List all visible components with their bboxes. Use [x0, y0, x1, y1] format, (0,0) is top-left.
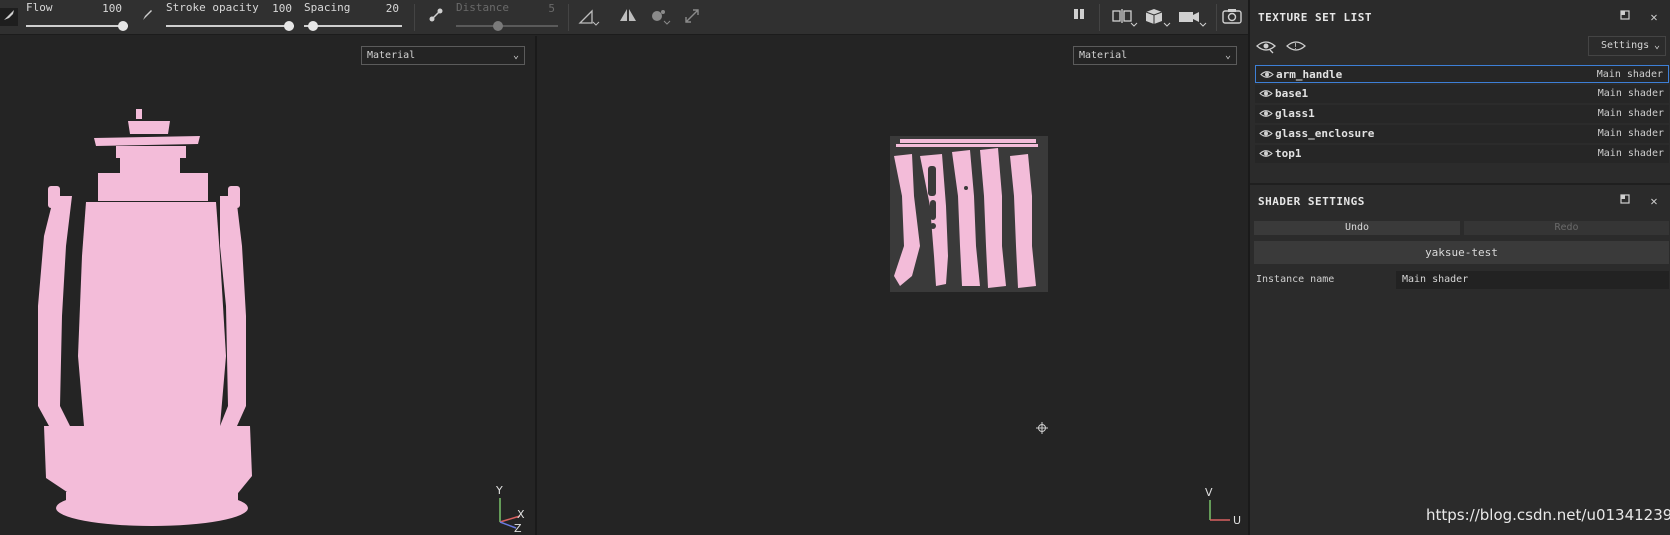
channel-select-uv[interactable]: Material ⌄ [1073, 46, 1237, 65]
toolbar-separator [414, 4, 415, 31]
distance-value[interactable]: 5 [548, 2, 555, 15]
texture-set-shader[interactable]: Main shader [1598, 108, 1664, 119]
stroke-opacity-knob[interactable] [284, 21, 294, 31]
uv-viewport[interactable]: Material ⌄ V U [537, 36, 1248, 535]
texture-set-shader[interactable]: Main shader [1597, 69, 1663, 80]
axis-v-label: V [1205, 486, 1213, 499]
texture-set-row[interactable]: base1 Main shader [1255, 85, 1669, 103]
distance-label: Distance [456, 1, 509, 14]
visibility-toggle-icon[interactable] [1256, 38, 1276, 57]
symmetry-icon[interactable] [617, 7, 639, 27]
texture-set-list-header: TEXTURE SET LIST ✕ [1250, 2, 1670, 32]
toolbar-separator [1216, 4, 1217, 31]
distance-slider[interactable]: Distance 5 [456, 0, 558, 35]
toolbar-separator [568, 4, 569, 31]
distance-track[interactable] [456, 25, 558, 27]
brush-tool-icon[interactable] [0, 8, 18, 26]
toolbar-separator [1099, 4, 1100, 31]
texture-set-list: arm_handle Main shader base1 Main shader… [1250, 64, 1670, 164]
eye-icon[interactable] [1259, 128, 1273, 139]
settings-dropdown[interactable]: Settings ⌄ [1588, 36, 1666, 56]
svg-text:!: ! [1294, 42, 1297, 51]
redo-button[interactable]: Redo [1464, 221, 1669, 235]
xyz-axis-gizmo: Y X Z [495, 484, 525, 532]
texture-set-name: arm_handle [1276, 68, 1343, 81]
chevron-down-icon: ⌄ [1653, 40, 1660, 51]
channel-select-uv-value: Material [1079, 50, 1128, 61]
shader-selector-button[interactable]: yaksue-test [1254, 241, 1669, 264]
channel-select-3d-value: Material [367, 50, 416, 61]
lazy-mouse-icon[interactable] [426, 7, 446, 27]
eye-icon[interactable] [1259, 88, 1273, 99]
right-panel: TEXTURE SET LIST ✕ ! Settings ⌄ arm_hand… [1248, 0, 1670, 535]
stroke-opacity-value[interactable]: 100 [272, 2, 292, 15]
spacing-slider[interactable]: Spacing 20 [304, 0, 402, 35]
watermark-text: https://blog.csdn.net/u013412391 [1426, 506, 1670, 524]
camera-icon[interactable] [1177, 7, 1207, 27]
info-icon[interactable]: ! [1286, 38, 1306, 57]
close-icon[interactable]: ✕ [1646, 9, 1662, 25]
cube-view-icon[interactable] [1144, 7, 1172, 27]
stroke-opacity-slider[interactable]: Stroke opacity 100 [166, 0, 294, 35]
texture-set-row[interactable]: glass_enclosure Main shader [1255, 125, 1669, 143]
close-icon[interactable]: ✕ [1646, 193, 1662, 209]
axis-z-label: Z [514, 522, 522, 532]
eye-icon[interactable] [1259, 108, 1273, 119]
flow-label: Flow [26, 1, 53, 14]
stroke-opacity-track[interactable] [166, 25, 294, 27]
screenshot-icon[interactable] [1221, 7, 1243, 27]
undock-icon[interactable] [1617, 9, 1633, 25]
lantern-model [38, 109, 252, 526]
instance-name-label: Instance name [1256, 274, 1335, 285]
spacing-value[interactable]: 20 [386, 2, 399, 15]
alignment-icon[interactable] [577, 7, 601, 27]
uv-axis-gizmo: V U [1205, 486, 1241, 526]
distance-knob[interactable] [493, 21, 503, 31]
shader-settings-header: SHADER SETTINGS ✕ [1250, 186, 1670, 216]
undock-icon[interactable] [1617, 193, 1633, 209]
texture-set-name: glass_enclosure [1275, 127, 1375, 140]
eye-icon[interactable] [1259, 148, 1273, 159]
texture-set-row[interactable]: glass1 Main shader [1255, 105, 1669, 123]
texture-set-name: base1 [1275, 87, 1309, 100]
pause-icon[interactable] [1069, 7, 1089, 27]
texture-set-row[interactable]: arm_handle Main shader [1255, 65, 1669, 83]
instance-name-input[interactable]: Main shader [1396, 271, 1669, 289]
spacing-label: Spacing [304, 1, 351, 14]
uv-layout [890, 136, 1048, 292]
particles-icon[interactable] [648, 7, 672, 27]
texture-set-toolbar: ! Settings ⌄ [1250, 34, 1670, 60]
pen-pressure-icon[interactable] [138, 8, 156, 26]
axis-y-label: Y [495, 484, 503, 497]
texture-set-name: top1 [1275, 147, 1302, 160]
settings-dropdown-label: Settings [1601, 40, 1650, 51]
split-view-icon[interactable] [1111, 7, 1139, 27]
transform-icon[interactable] [682, 7, 702, 27]
eye-icon[interactable] [1260, 69, 1274, 80]
stroke-opacity-label: Stroke opacity [166, 1, 259, 14]
3d-viewport[interactable]: Material ⌄ Y X Z [0, 36, 535, 535]
flow-knob[interactable] [118, 21, 128, 31]
spacing-knob[interactable] [308, 21, 318, 31]
shader-settings-title: SHADER SETTINGS [1258, 195, 1365, 208]
top-toolbar: Flow 100 Stroke opacity 100 Spacing 20 D… [0, 0, 1248, 35]
panel-divider [1250, 183, 1670, 185]
texture-set-name: glass1 [1275, 107, 1315, 120]
flow-value[interactable]: 100 [102, 2, 122, 15]
axis-x-label: X [517, 508, 525, 521]
flow-track[interactable] [26, 25, 128, 27]
texture-set-list-title: TEXTURE SET LIST [1258, 11, 1372, 24]
undo-button[interactable]: Undo [1254, 221, 1460, 235]
texture-set-row[interactable]: top1 Main shader [1255, 145, 1669, 163]
spacing-track[interactable] [304, 25, 402, 27]
flow-slider[interactable]: Flow 100 [26, 0, 128, 35]
chevron-down-icon: ⌄ [1224, 50, 1231, 61]
crosshair-icon [1036, 422, 1048, 434]
chevron-down-icon: ⌄ [512, 50, 519, 61]
texture-set-shader[interactable]: Main shader [1598, 128, 1664, 139]
channel-select-3d[interactable]: Material ⌄ [361, 46, 525, 65]
texture-set-shader[interactable]: Main shader [1598, 148, 1664, 159]
axis-u-label: U [1233, 514, 1241, 526]
texture-set-shader[interactable]: Main shader [1598, 88, 1664, 99]
